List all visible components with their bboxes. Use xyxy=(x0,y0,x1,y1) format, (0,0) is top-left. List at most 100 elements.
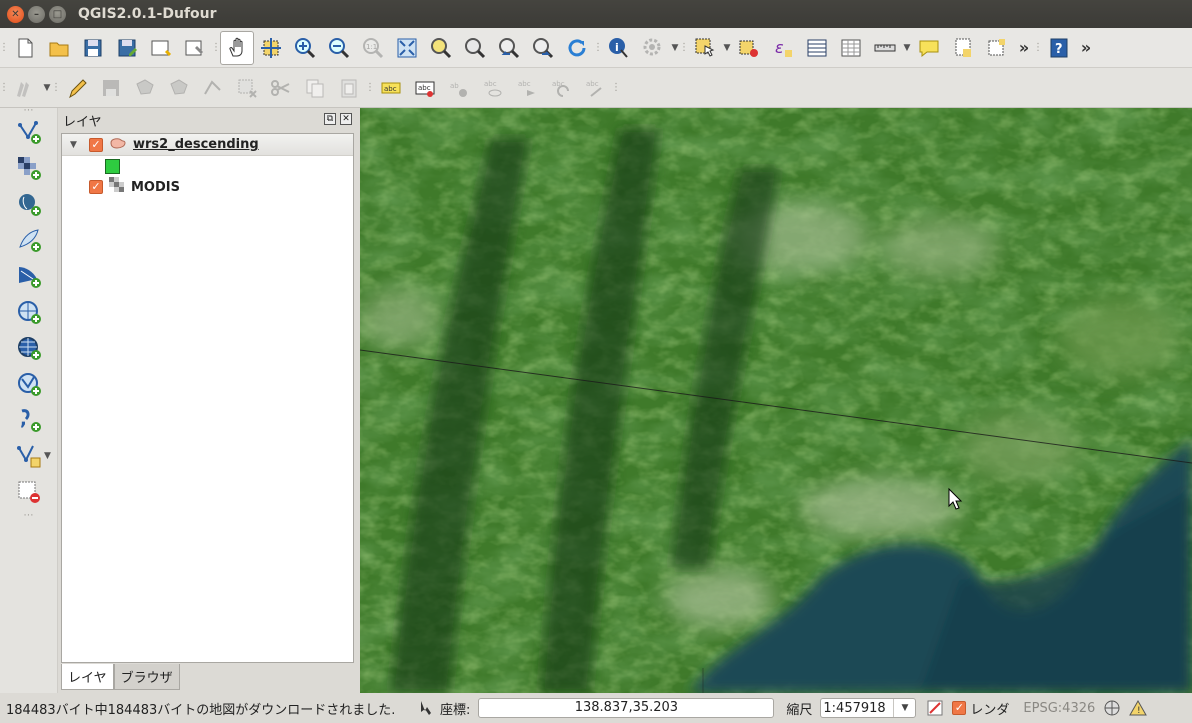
map-canvas[interactable] xyxy=(360,108,1192,693)
stop-rendering-icon[interactable] xyxy=(924,697,946,719)
label-color-icon[interactable]: abc xyxy=(408,71,442,105)
crs-globe-icon[interactable] xyxy=(1101,697,1123,719)
toggle-extents-mouse-icon[interactable] xyxy=(414,697,436,719)
composer-manager-icon[interactable] xyxy=(178,31,212,65)
pin-labels-icon[interactable]: ab xyxy=(442,71,476,105)
zoom-actual-size-icon[interactable]: 1:1 xyxy=(356,31,390,65)
show-hide-labels-icon[interactable]: abc xyxy=(476,71,510,105)
change-label-icon[interactable]: abc xyxy=(578,71,612,105)
add-raster-layer-icon[interactable] xyxy=(0,150,58,186)
add-vector-layer-icon[interactable] xyxy=(0,114,58,150)
layers-panel-header: レイヤ ⧉ ✕ xyxy=(58,108,358,132)
crs-status[interactable]: EPSG:4326 xyxy=(1023,701,1095,716)
scale-combobox[interactable]: 1:457918 ▼ xyxy=(820,698,917,718)
identify-features-icon[interactable]: i xyxy=(602,31,636,65)
add-spatialite-layer-icon[interactable] xyxy=(0,222,58,258)
close-window-button[interactable]: ✕ xyxy=(7,5,24,23)
statistics-icon[interactable] xyxy=(834,31,868,65)
add-feature-icon[interactable] xyxy=(128,71,162,105)
add-oracle-georaster-icon[interactable] xyxy=(0,294,58,330)
layer-tree: ▼ ✓ wrs2_descending ✓ MODIS xyxy=(61,133,354,663)
toggle-editing-icon[interactable] xyxy=(60,71,94,105)
toolbar-overflow-button[interactable]: » xyxy=(1014,38,1034,57)
add-delimited-text-layer-icon[interactable]: , xyxy=(0,402,58,438)
save-layer-edits-icon[interactable] xyxy=(94,71,128,105)
new-project-icon[interactable] xyxy=(8,31,42,65)
help-icon[interactable]: ? xyxy=(1042,31,1076,65)
polygon-layer-icon xyxy=(109,136,127,154)
tab-browser[interactable]: ブラウザ xyxy=(113,664,180,690)
render-checkbox[interactable]: ✓ xyxy=(952,701,967,715)
chevron-down-icon[interactable]: ▼ xyxy=(902,43,912,53)
zoom-to-layer-icon[interactable] xyxy=(458,31,492,65)
add-postgis-layer-icon[interactable] xyxy=(0,186,58,222)
svg-text:ε: ε xyxy=(775,38,784,57)
warning-icon[interactable]: ! xyxy=(1127,697,1149,719)
chevron-down-icon[interactable]: ▼ xyxy=(44,451,51,461)
show-bookmarks-icon[interactable] xyxy=(980,31,1014,65)
coordinate-field[interactable]: 138.837,35.203 xyxy=(478,698,775,718)
label-layer-icon[interactable]: abc xyxy=(374,71,408,105)
zoom-full-icon[interactable] xyxy=(390,31,424,65)
attribute-table-icon[interactable] xyxy=(800,31,834,65)
zoom-last-icon[interactable] xyxy=(492,31,526,65)
chevron-down-icon[interactable]: ▼ xyxy=(893,699,915,717)
save-project-icon[interactable] xyxy=(76,31,110,65)
copy-features-icon[interactable] xyxy=(298,71,332,105)
tab-layers[interactable]: レイヤ xyxy=(61,664,114,690)
field-calculator-icon[interactable]: ε xyxy=(766,31,800,65)
cut-features-icon[interactable] xyxy=(264,71,298,105)
collapse-triangle-icon[interactable]: ▼ xyxy=(70,140,80,150)
delete-selected-icon[interactable] xyxy=(230,71,264,105)
map-tips-icon[interactable] xyxy=(912,31,946,65)
layer-name: MODIS xyxy=(131,179,180,195)
open-project-icon[interactable] xyxy=(42,31,76,65)
chevron-down-icon[interactable]: ▼ xyxy=(722,43,732,53)
new-bookmark-icon[interactable] xyxy=(946,31,980,65)
pan-to-selection-icon[interactable] xyxy=(254,31,288,65)
zoom-out-icon[interactable] xyxy=(322,31,356,65)
move-feature-icon[interactable] xyxy=(162,71,196,105)
node-tool-icon[interactable] xyxy=(196,71,230,105)
rotate-label-icon[interactable]: abc xyxy=(544,71,578,105)
layer-row-modis[interactable]: ✓ MODIS xyxy=(62,176,353,198)
add-wfs-layer-icon[interactable] xyxy=(0,366,58,402)
toolbar-overflow-button-2[interactable]: » xyxy=(1076,38,1096,57)
save-as-icon[interactable] xyxy=(110,31,144,65)
move-label-icon[interactable]: abc xyxy=(510,71,544,105)
layers-panel-title: レイヤ xyxy=(63,114,102,130)
add-wms-layer-icon[interactable] xyxy=(0,330,58,366)
float-panel-icon[interactable]: ⧉ xyxy=(324,113,336,125)
toolbar-grip: ⋮ xyxy=(0,42,9,53)
status-bar: 184483バイト中184483バイトの地図がダウンロードされました. 座標: … xyxy=(0,693,1192,723)
pan-map-icon[interactable] xyxy=(220,30,254,65)
layer-visibility-checkbox[interactable]: ✓ xyxy=(89,180,103,194)
close-panel-icon[interactable]: ✕ xyxy=(340,113,352,125)
layers-panel: レイヤ ⧉ ✕ ▼ ✓ wrs2_descending ✓ MODIS レイヤ … xyxy=(58,108,358,693)
render-label: レンダ xyxy=(970,702,1010,718)
minimize-window-button[interactable]: – xyxy=(28,5,45,23)
scale-label: 縮尺 xyxy=(786,702,813,718)
coordinate-label: 座標: xyxy=(440,702,471,718)
add-mssql-layer-icon[interactable] xyxy=(0,258,58,294)
new-shapefile-layer-icon[interactable]: ▼ xyxy=(0,438,58,474)
paste-features-icon[interactable] xyxy=(332,71,366,105)
run-feature-action-icon[interactable] xyxy=(636,31,670,65)
zoom-next-icon[interactable] xyxy=(526,31,560,65)
current-edits-icon[interactable] xyxy=(8,71,42,105)
remove-layer-icon[interactable] xyxy=(0,474,58,510)
refresh-icon[interactable] xyxy=(560,31,594,65)
manage-layers-toolbar: ⋯ , ▼ ⋯ xyxy=(0,106,58,693)
svg-text:1:1: 1:1 xyxy=(366,43,377,51)
measure-line-icon[interactable] xyxy=(868,31,902,65)
svg-text:!: ! xyxy=(1137,706,1141,716)
zoom-in-icon[interactable] xyxy=(288,31,322,65)
zoom-to-selection-icon[interactable] xyxy=(424,31,458,65)
layer-row-wrs2-descending[interactable]: ▼ ✓ wrs2_descending xyxy=(62,134,353,156)
layer-visibility-checkbox[interactable]: ✓ xyxy=(89,137,103,152)
maximize-window-button[interactable]: □ xyxy=(49,5,66,23)
select-features-icon[interactable] xyxy=(688,31,722,65)
new-print-composer-icon[interactable] xyxy=(144,31,178,65)
deselect-features-icon[interactable] xyxy=(732,31,766,65)
digitizing-toolbar: ⋮ ▼ ⋮ ⋮ abc abc ab abc abc abc abc ⋮ xyxy=(0,68,1192,108)
